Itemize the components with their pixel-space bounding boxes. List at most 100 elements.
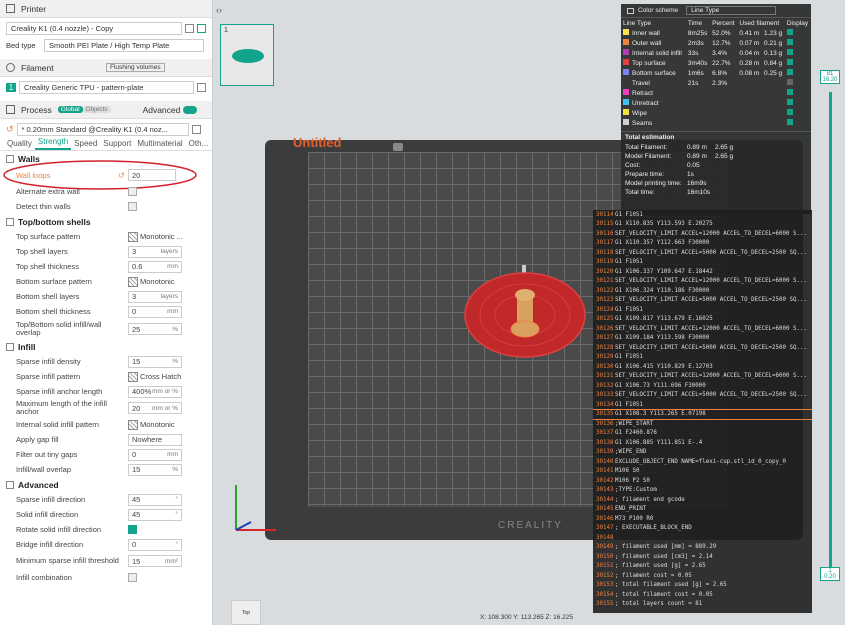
advanced-switch[interactable] <box>183 105 198 114</box>
tab-quality[interactable]: Quality <box>4 139 35 150</box>
display-checkbox[interactable] <box>786 49 793 55</box>
process-preset-select[interactable]: * 0.20mm Standard @Creality K1 (0.4 noz.… <box>16 123 189 136</box>
gcode-line[interactable]: 30130 G1 X106.415 Y110.829 E.12703 <box>593 362 812 372</box>
gcode-line[interactable]: 30120 G1 X106.337 Y109.647 E.18442 <box>593 267 812 277</box>
display-checkbox[interactable] <box>786 39 793 45</box>
setting-select[interactable]: Cross Hatch <box>140 372 181 381</box>
display-checkbox[interactable] <box>786 119 793 125</box>
setting-input[interactable]: 400% mm or % <box>128 385 182 398</box>
gcode-line[interactable]: 30133 SET_VELOCITY_LIMIT ACCEL=5000 ACCEL… <box>593 391 812 401</box>
setting-input[interactable]: 0 mm <box>128 305 182 318</box>
gcode-line[interactable]: 30128 SET_VELOCITY_LIMIT ACCEL=5000 ACCEL… <box>593 343 812 353</box>
wifi-icon[interactable] <box>197 24 206 33</box>
line-type-row[interactable]: Retract <box>621 88 811 98</box>
gcode-line[interactable]: 30151; filament used [g] = 2.65 <box>593 562 812 572</box>
line-type-row[interactable]: Outer wall 2m3s 12.7% 0.07 m 0.21 g <box>621 38 811 48</box>
display-checkbox[interactable] <box>786 79 793 85</box>
layer-slider[interactable]: 81 16.20 1 0.20 <box>820 70 840 590</box>
gcode-line[interactable]: 30129 G1 F1051 <box>593 353 812 363</box>
line-type-row[interactable]: Top surface 3m40s 22.7% 0.28 m 0.84 g <box>621 58 811 68</box>
setting-input[interactable]: 0 mm <box>128 448 182 461</box>
global-toggle[interactable]: Global <box>57 106 83 113</box>
display-checkbox[interactable] <box>786 59 793 65</box>
line-type-row[interactable]: Inner wall 8m25s 52.0% 0.41 m 1.23 g <box>621 28 811 38</box>
gcode-line[interactable]: 30152; filament cost = 0.05 <box>593 571 812 581</box>
gcode-line[interactable]: 30121 SET_VELOCITY_LIMIT ACCEL=12000 ACCE… <box>593 277 812 287</box>
line-type-row[interactable]: Travel 21s 2.3% <box>621 78 811 88</box>
alt-extra-wall-checkbox[interactable] <box>128 187 137 196</box>
gcode-line[interactable]: 30154; total filament cost = 0.05 <box>593 590 812 600</box>
sliced-model[interactable] <box>463 265 593 385</box>
gcode-line[interactable]: 30127 G1 X109.184 Y113.598 F30000 <box>593 334 812 344</box>
save-preset-icon[interactable] <box>191 125 201 134</box>
view-cube[interactable]: Top <box>231 600 261 625</box>
display-checkbox[interactable] <box>786 99 793 105</box>
flushing-volumes-button[interactable]: Flushing volumes <box>106 63 165 72</box>
display-checkbox[interactable] <box>786 69 793 75</box>
gcode-line[interactable]: 30135 G1 X108.3 Y113.265 E.07198 <box>593 408 812 420</box>
tab-strength[interactable]: Strength <box>34 137 72 150</box>
line-type-row[interactable]: Unretract <box>621 98 811 108</box>
setting-input[interactable]: 25% <box>128 323 182 335</box>
setting-input[interactable]: 15% <box>128 463 182 476</box>
printer-select[interactable]: Creality K1 (0.4 nozzle) - Copy <box>6 22 183 35</box>
setting-input[interactable]: 15 mm² <box>128 555 182 567</box>
gcode-line[interactable]: 30117 G1 X110.357 Y112.663 F30000 <box>593 239 812 249</box>
gcode-line[interactable]: 30122 G1 X106.324 Y110.186 F30000 <box>593 286 812 296</box>
rotate-solid-infill-checkbox[interactable] <box>128 525 137 534</box>
detect-thin-walls-checkbox[interactable] <box>128 202 137 211</box>
objects-toggle[interactable]: Objects <box>82 106 111 113</box>
plate-edge-button[interactable] <box>393 143 403 151</box>
line-type-row[interactable]: Seams <box>621 118 811 128</box>
gcode-line[interactable]: 30123 SET_VELOCITY_LIMIT ACCEL=5000 ACCEL… <box>593 296 812 306</box>
gcode-line[interactable]: 30143 ;TYPE:Custom <box>593 486 812 496</box>
setting-select[interactable]: Monotonic <box>140 277 175 286</box>
setting-input[interactable]: 3 layers <box>128 290 182 303</box>
filament-select[interactable]: Creality Generic TPU - pattern-plate <box>18 81 195 94</box>
setting-input[interactable]: 0.6 mm <box>128 260 182 273</box>
gcode-line[interactable]: 30149; filament used [mm] = 889.29 <box>593 543 812 553</box>
line-type-row[interactable]: Bottom surface 1m6s 6.8% 0.08 m 0.25 g <box>621 68 811 78</box>
gcode-line[interactable]: 30155; total layers count = 81 <box>593 600 812 610</box>
slider-track[interactable] <box>829 92 832 567</box>
gcode-line[interactable]: 30141 M106 S0 <box>593 467 812 477</box>
tab-multimaterial[interactable]: Multimaterial <box>134 139 185 150</box>
display-checkbox[interactable] <box>786 109 793 115</box>
gcode-line[interactable]: 30136 ;WIPE_START <box>593 419 812 429</box>
setting-input[interactable]: 45 ° <box>128 493 182 506</box>
gcode-line[interactable]: 30142 M106 P2 S0 <box>593 476 812 486</box>
color-scheme-select[interactable]: Line Type <box>686 6 777 15</box>
gcode-line[interactable]: 30150; filament used [cm3] = 2.14 <box>593 552 812 562</box>
display-checkbox[interactable] <box>786 29 793 35</box>
plate-thumbnail[interactable]: 1 <box>220 24 274 86</box>
gcode-line[interactable]: 30146 M73 P100 R0 <box>593 514 812 524</box>
infill-combination-checkbox[interactable] <box>128 573 137 582</box>
gcode-line[interactable]: 30124 G1 F1051 <box>593 305 812 315</box>
setting-select[interactable]: Monotonic <box>140 420 175 429</box>
gcode-line[interactable]: 30132 G1 X106.73 Y111.696 F30000 <box>593 381 812 391</box>
gcode-line[interactable]: 30115 G1 X110.835 Y113.593 E.20275 <box>593 220 812 230</box>
gcode-line[interactable]: 30138 G1 X106.885 Y111.851 E-.4 <box>593 438 812 448</box>
gcode-line[interactable]: 30114 G1 F1051 <box>593 210 812 220</box>
gcode-line[interactable]: 30147; EXECUTABLE_BLOCK_END <box>593 524 812 534</box>
setting-select[interactable]: Nowhere <box>128 433 182 446</box>
setting-input[interactable]: 45 ° <box>128 508 182 521</box>
setting-select[interactable]: Monotonic ... <box>140 232 183 241</box>
tab-others[interactable]: Oth... <box>186 139 212 150</box>
gcode-line[interactable]: 30125 G1 X109.817 Y113.679 E.16025 <box>593 315 812 325</box>
setting-input[interactable]: 0 ° <box>128 538 182 551</box>
gcode-line[interactable]: 30126 SET_VELOCITY_LIMIT ACCEL=12000 ACCE… <box>593 324 812 334</box>
gcode-line[interactable]: 30119 G1 F1051 <box>593 258 812 268</box>
gcode-line[interactable]: 30140 EXCLUDE_OBJECT_END NAME=flexi-cup.s… <box>593 457 812 467</box>
gcode-viewer[interactable]: 30114 G1 F1051 30115 G1 X110.835 Y113.593 E… <box>593 210 812 613</box>
setting-input[interactable]: 15% <box>128 355 182 368</box>
gcode-line[interactable]: 30134 G1 F1051 <box>593 400 812 410</box>
gcode-line[interactable]: 30131 SET_VELOCITY_LIMIT ACCEL=12000 ACCE… <box>593 372 812 382</box>
bed-type-select[interactable]: Smooth PEI Plate / High Temp Plate <box>44 39 204 52</box>
setting-input[interactable]: 3 layers <box>128 245 182 258</box>
gcode-line[interactable]: 30118 SET_VELOCITY_LIMIT ACCEL=5000 ACCEL… <box>593 248 812 258</box>
collapse-panel-icon[interactable]: ‹› <box>216 5 222 15</box>
line-type-row[interactable]: Wipe <box>621 108 811 118</box>
gcode-line[interactable]: 30144; filament end gcode <box>593 495 812 505</box>
display-checkbox[interactable] <box>786 89 793 95</box>
